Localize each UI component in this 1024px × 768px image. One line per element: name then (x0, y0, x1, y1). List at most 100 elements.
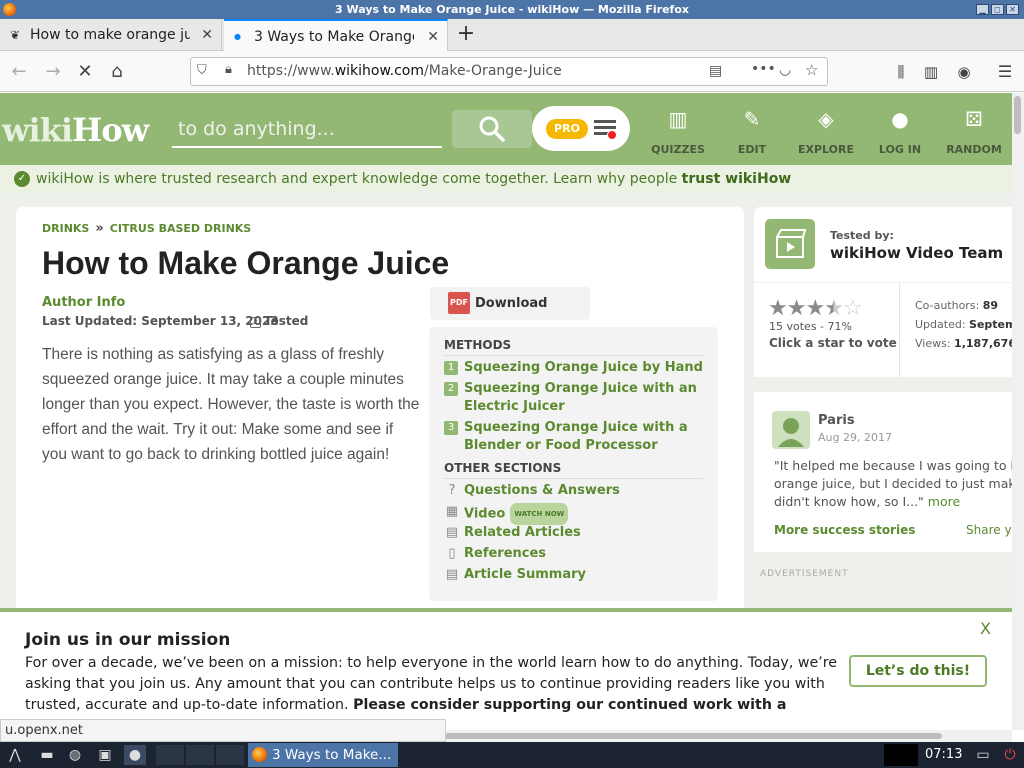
nav-edit[interactable]: ✎ EDIT (715, 93, 789, 165)
page-actions-icon[interactable]: ••• (751, 61, 776, 77)
start-menu-icon[interactable]: ⋀ (4, 745, 26, 765)
minimize-button[interactable]: ▁ (976, 4, 989, 15)
video-clapper-icon (765, 219, 815, 269)
stop-loading-button[interactable]: ✕ (74, 61, 96, 83)
url-bar[interactable]: ⛉ 🔒︎ https://www.wikihow.com/Make-Orange… (190, 57, 828, 86)
close-window-button[interactable]: ✕ (1006, 4, 1019, 15)
nav-label: QUIZZES (651, 143, 705, 156)
pro-menu-button[interactable]: PRO (532, 106, 630, 151)
toc-references[interactable]: References (464, 545, 709, 563)
pocket-icon[interactable]: ◡ (779, 62, 791, 78)
forward-button[interactable]: → (42, 61, 64, 83)
nav-quizzes[interactable]: ▥ QUIZZES (641, 93, 715, 165)
navigation-toolbar: ← → ✕ ⌂ ⛉ 🔒︎ https://www.wikihow.com/Mak… (0, 51, 1024, 92)
vertical-scrollbar[interactable] (1012, 93, 1024, 730)
scrollbar-thumb[interactable] (445, 733, 942, 739)
banner-close-button[interactable]: X (980, 619, 991, 638)
search-button[interactable] (452, 110, 532, 148)
taskbar-firefox-window[interactable]: 3 Ways to Make... (248, 743, 398, 767)
breadcrumb-drinks[interactable]: DRINKS (42, 222, 89, 235)
tab-3-ways-orange-juice[interactable]: ● 3 Ways to Make Orange ✕ (224, 19, 448, 51)
wikihow-logo[interactable]: wikiHow (2, 111, 149, 149)
bookmark-star-icon[interactable]: ☆ (805, 61, 818, 79)
scrollbar-thumb[interactable] (1014, 96, 1021, 134)
star-rating[interactable]: ★★★★☆ (768, 296, 863, 321)
star-icon[interactable]: ★ (768, 296, 788, 321)
method-number-badge: 2 (444, 382, 458, 396)
new-tab-button[interactable]: + (452, 19, 480, 51)
toc-method-1[interactable]: Squeezing Orange Juice by Hand (464, 359, 709, 377)
author-info-link[interactable]: Author Info (42, 295, 125, 310)
library-icon[interactable]: ⫼ (890, 61, 912, 83)
close-tab-icon[interactable]: ✕ (201, 19, 213, 51)
firefox-launcher-icon[interactable]: ● (124, 745, 146, 765)
page-title: How to Make Orange Juice (42, 245, 450, 281)
more-success-stories-link[interactable]: More success stories (774, 523, 915, 537)
star-empty-icon[interactable]: ☆ (843, 296, 863, 321)
divider (444, 355, 703, 356)
display-icon[interactable]: ▭ (972, 745, 994, 765)
search-input[interactable] (172, 112, 442, 146)
toc-method-2[interactable]: Squeezing Orange Juice with an Electric … (464, 380, 709, 416)
pdf-icon: PDF (448, 292, 470, 314)
share-story-link[interactable]: Share yo (966, 523, 1019, 537)
workspace-3[interactable] (216, 745, 244, 765)
nav-explore[interactable]: ◈ EXPLORE (789, 93, 863, 165)
watch-now-badge[interactable]: WATCH NOW (510, 503, 569, 525)
story-date: Aug 29, 2017 (818, 431, 892, 444)
advertisement-label: ADVERTISEMENT (760, 569, 849, 579)
reader-view-icon[interactable]: ▤ (709, 63, 722, 79)
star-icon[interactable]: ★ (805, 296, 825, 321)
sidebar-icon[interactable]: ▥ (920, 61, 942, 83)
toc-questions-answers[interactable]: Questions & Answers (464, 482, 709, 500)
summary-icon: ▤ (445, 567, 459, 582)
download-article-button[interactable]: PDF Download Article (430, 287, 590, 344)
file-manager-icon[interactable]: ▬ (36, 745, 58, 765)
more-link[interactable]: more (928, 494, 960, 509)
check-badge-icon: ✓ (14, 171, 30, 187)
star-icon[interactable]: ★ (787, 296, 807, 321)
close-tab-icon[interactable]: ✕ (427, 21, 439, 51)
tab-label: 3 Ways to Make Orange (254, 29, 414, 45)
half-star-icon[interactable]: ★ (824, 296, 844, 321)
coauthors-stat: Co-authors: 89 (915, 299, 999, 312)
toc-related-articles[interactable]: Related Articles (464, 524, 709, 542)
url-text[interactable]: https://www.wikihow.com/Make-Orange-Juic… (247, 63, 562, 79)
donate-cta-button[interactable]: Let’s do this! (849, 655, 987, 687)
account-icon[interactable]: ◉ (953, 61, 975, 83)
nav-log-in[interactable]: ● LOG IN (863, 93, 937, 165)
lock-icon[interactable]: 🔒︎ (225, 62, 232, 77)
nav-label: EXPLORE (797, 143, 854, 156)
quiz-icon: ▥ (668, 107, 688, 131)
nav-random[interactable]: ⚄ RANDOM (937, 93, 1011, 165)
tab-how-to-make-orange-juice[interactable]: ❦ How to make orange juice ✕ (0, 19, 222, 51)
window-switcher-icon[interactable]: ▣ (94, 745, 116, 765)
trust-link[interactable]: trust wikiHow (682, 171, 792, 187)
workspace-1[interactable] (156, 745, 184, 765)
search-icon (479, 116, 505, 142)
clock[interactable]: 07:13 (925, 742, 962, 768)
breadcrumb-citrus[interactable]: CITRUS BASED DRINKS (110, 222, 251, 235)
checkbox-icon: ✓ (250, 317, 261, 328)
tray-area (884, 744, 918, 766)
maximize-button[interactable]: ◻ (991, 4, 1004, 15)
tested-badge[interactable]: ✓ Tested (250, 314, 308, 328)
references-icon: ▯ (448, 546, 456, 561)
firefox-icon (252, 747, 267, 762)
power-icon[interactable]: ⏻ (999, 745, 1021, 765)
toc-video[interactable]: Video WATCH NOW (464, 503, 709, 525)
network-icon[interactable]: ◍ (64, 745, 86, 765)
toc-article-summary[interactable]: Article Summary (464, 566, 709, 584)
os-taskbar (0, 742, 1024, 768)
toc-method-3[interactable]: Squeezing Orange Juice with a Blender or… (464, 419, 709, 455)
menu-icon[interactable]: ☰ (994, 61, 1016, 83)
nav-label: EDIT (737, 143, 767, 156)
shield-icon[interactable]: ⛉ (197, 63, 207, 78)
workspace-2[interactable] (186, 745, 214, 765)
video-icon: ▦ (445, 504, 459, 519)
back-button[interactable]: ← (8, 61, 30, 83)
pro-badge: PRO (546, 119, 588, 139)
home-button[interactable]: ⌂ (106, 61, 128, 83)
banner-title: Join us in our mission (25, 630, 231, 650)
vote-prompt: Click a star to vote (769, 336, 897, 350)
